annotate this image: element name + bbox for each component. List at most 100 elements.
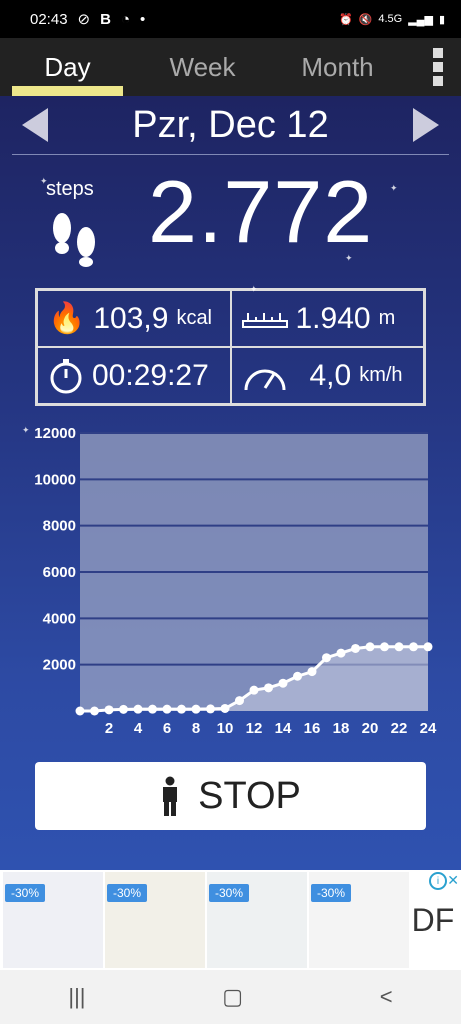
data-point — [177, 704, 186, 714]
notification-dot: • — [140, 10, 146, 28]
status-bar: 02:43 ⊘ B ◔ • ⏰ 🔇 4.5G ▂▄▆ ▮ — [0, 0, 461, 38]
system-nav-bar: ||| ▢ < — [0, 970, 461, 1024]
fire-icon: 🔥 — [48, 302, 86, 335]
data-point — [307, 667, 317, 677]
y-tick-label: 6000 — [43, 564, 76, 581]
x-tick-label: 24 — [420, 720, 437, 737]
signal-icon: ▂▄▆ — [408, 13, 433, 26]
ruler-icon — [241, 312, 288, 328]
data-point — [75, 706, 85, 716]
x-tick-label: 6 — [163, 720, 171, 737]
y-tick-label: 2000 — [43, 657, 76, 674]
y-tick-label: 10000 — [34, 471, 76, 488]
sparkle-icon: ✦ — [40, 176, 48, 186]
x-tick-label: 20 — [362, 720, 379, 737]
footprints-icon — [53, 213, 95, 267]
ad-item-pajamas[interactable]: -30% — [3, 872, 103, 968]
data-point — [322, 653, 331, 663]
mute-icon: 🔇 — [358, 13, 373, 26]
ad-item-jacket[interactable]: -30% — [105, 872, 205, 968]
discount-badge: -30% — [209, 884, 250, 902]
x-tick-label: 2 — [105, 720, 113, 737]
recent-apps-icon[interactable]: ||| — [68, 984, 85, 1010]
ad-item-tracksuit[interactable]: -30% — [207, 872, 307, 968]
discount-badge: -30% — [5, 884, 46, 902]
steps-label: steps — [46, 178, 94, 200]
stop-button[interactable]: STOP — [35, 762, 426, 830]
stop-label: STOP — [198, 774, 301, 817]
b-icon: B — [100, 10, 111, 28]
data-point — [351, 643, 360, 653]
data-point — [119, 704, 128, 714]
data-point — [264, 683, 273, 693]
duration-value: 00:29:27 — [92, 358, 209, 392]
distance-cell: 1.940 m — [230, 290, 424, 347]
person-icon — [163, 776, 178, 816]
x-tick-label: 10 — [217, 720, 234, 737]
alarm-icon: ⏰ — [338, 13, 353, 26]
date-bar: Pzr, Dec 12 — [12, 96, 449, 155]
data-point — [191, 704, 201, 714]
sparkle-icon: ✦ — [22, 425, 30, 435]
x-tick-label: 8 — [192, 720, 200, 737]
speedometer-icon — [244, 369, 285, 390]
previous-day-button[interactable] — [22, 108, 48, 142]
x-tick-label: 12 — [246, 720, 263, 737]
more-menu-icon[interactable] — [433, 48, 447, 86]
data-point — [235, 696, 244, 706]
duration-cell: 00:29:27 — [37, 347, 231, 404]
data-point — [206, 704, 215, 714]
data-point — [133, 704, 143, 714]
tab-week[interactable]: Week — [135, 38, 270, 96]
speed-unit: km/h — [359, 364, 403, 386]
data-point — [249, 685, 259, 695]
y-tick-label: 4000 — [43, 610, 76, 627]
sync-icon: ◔ — [120, 10, 131, 28]
speed-cell: 4,0 km/h — [230, 347, 424, 404]
speed-value: 4,0 — [309, 358, 352, 392]
distance-unit: m — [378, 307, 396, 329]
back-icon[interactable]: < — [380, 984, 393, 1010]
next-day-button[interactable] — [412, 108, 439, 142]
distance-value: 1.940 — [295, 301, 371, 335]
calories-cell: 🔥 103,9 kcal — [37, 290, 231, 347]
tab-bar: Day Week Month — [0, 38, 461, 96]
calories-value: 103,9 — [93, 301, 169, 335]
ad-item-cardigan[interactable]: -30% — [309, 872, 409, 968]
ad-close-icon[interactable]: ✕ — [447, 872, 459, 889]
step-count: 2.772 — [148, 162, 374, 261]
x-tick-label: 22 — [391, 720, 408, 737]
battery-icon: ▮ — [438, 13, 445, 26]
data-point — [365, 642, 375, 652]
data-point — [278, 678, 288, 688]
tab-day[interactable]: Day — [0, 38, 135, 96]
data-point — [104, 705, 114, 715]
x-tick-label: 18 — [333, 720, 350, 737]
adchoices-icon[interactable]: i — [429, 872, 447, 890]
x-tick-label: 4 — [134, 720, 143, 737]
data-point — [336, 648, 346, 658]
data-point — [90, 706, 99, 716]
sparkle-icon: ✦ — [345, 253, 353, 263]
y-tick-label: 8000 — [43, 518, 76, 535]
sparkle-icon: ✦ — [390, 183, 398, 193]
tab-month[interactable]: Month — [270, 38, 405, 96]
data-point — [380, 642, 389, 652]
sparkle-icon: ✦ — [250, 284, 258, 294]
data-point — [394, 642, 404, 652]
discount-badge: -30% — [311, 884, 352, 902]
x-tick-label: 14 — [275, 720, 292, 737]
ad-banner[interactable]: -30% -30% -30% -30% DF — [0, 870, 461, 970]
data-point — [409, 642, 418, 652]
data-point — [220, 703, 230, 713]
date-label: Pzr, Dec 12 — [132, 103, 329, 146]
steps-chart: 200040006000800010000120002 4 6 8 10 12 14 16 18… — [34, 425, 437, 737]
discount-badge: -30% — [107, 884, 148, 902]
home-icon[interactable]: ▢ — [222, 984, 243, 1010]
stats-grid: 🔥 103,9 kcal 1.940 m 00:29:27 4,0 km/h — [35, 288, 426, 406]
y-tick-label: 12000 — [34, 425, 76, 442]
calories-unit: kcal — [176, 307, 213, 329]
main-panel: Pzr, Dec 12 steps 2.772 🔥 103,9 kcal 1.9… — [0, 96, 461, 870]
data-point — [423, 642, 433, 652]
network-label: 4.5G — [378, 13, 403, 25]
